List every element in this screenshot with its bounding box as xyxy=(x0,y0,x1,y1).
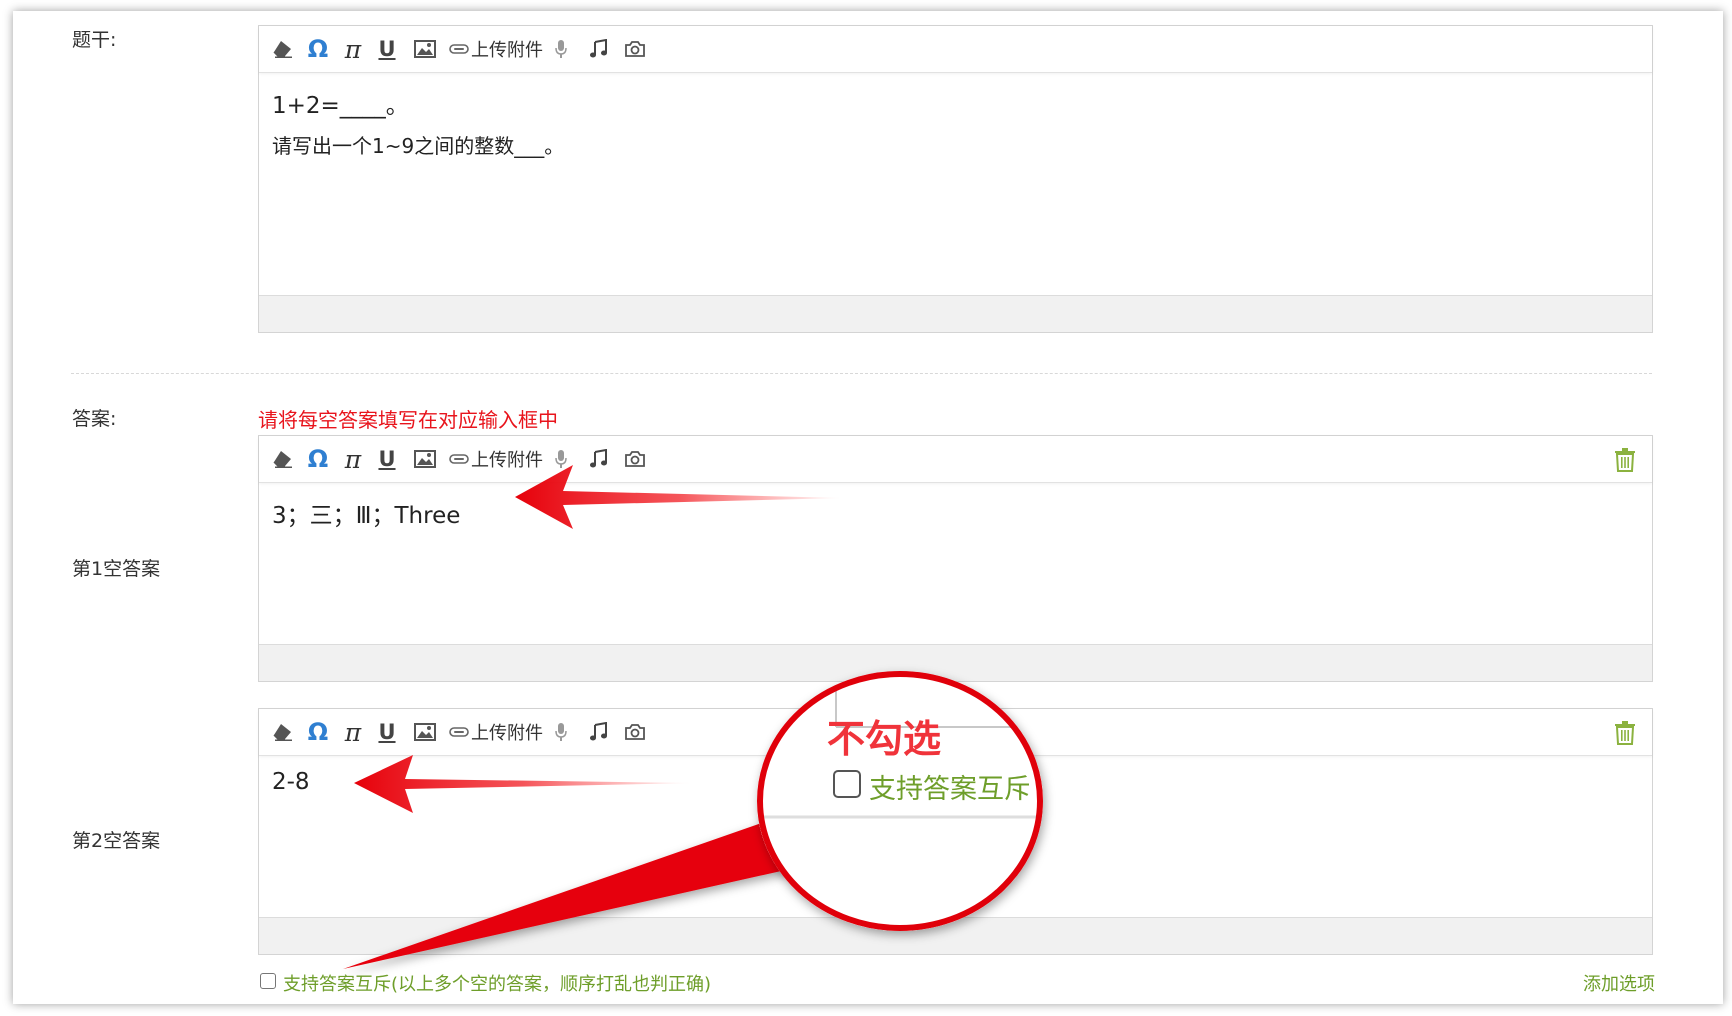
pointer-wedge-icon xyxy=(343,819,799,969)
callout-checkbox-label: 支持答案互斥 xyxy=(869,774,1029,805)
arrow-2-icon xyxy=(354,755,693,813)
annotation-overlay xyxy=(343,465,1043,969)
question-edit-page: 题干: Ω π U 上传附件 1+2=____。 请写出一个1~9之间的整数__… xyxy=(13,11,1723,1004)
callout-text: 不勾选 xyxy=(827,717,942,761)
arrow-1-icon xyxy=(515,465,843,529)
